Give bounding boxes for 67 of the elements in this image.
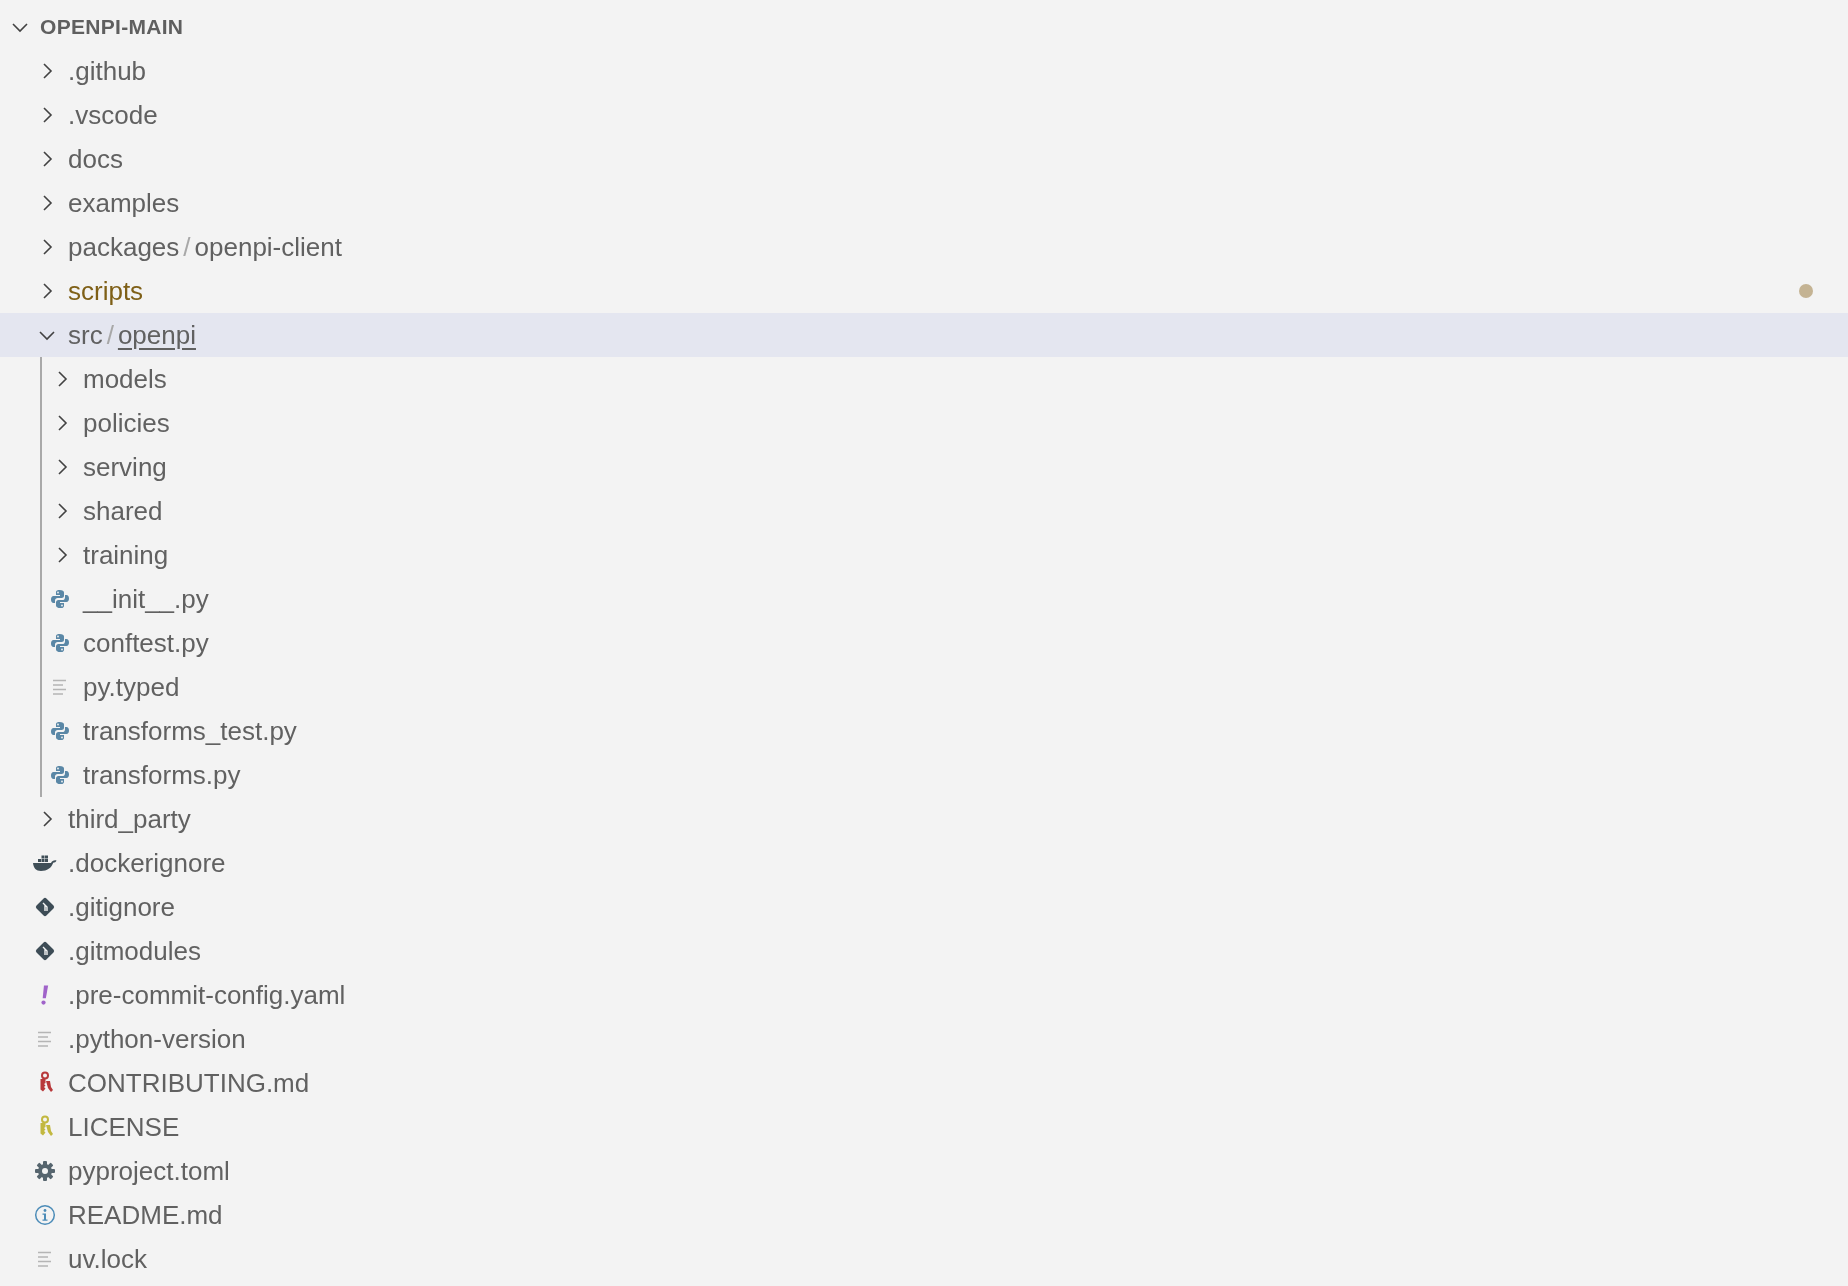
folder-name: shared [83,495,163,527]
folder-name: scripts [68,275,144,307]
file-row[interactable]: __init__.py [0,577,1848,621]
folder-name: .github [68,55,147,87]
folder-row[interactable]: .github [0,49,1848,93]
file-row[interactable]: README.md [0,1193,1848,1237]
file-row[interactable]: transforms_test.py [0,709,1848,753]
file-name: __init__.py [83,583,209,615]
file-name: transforms_test.py [83,715,297,747]
file-row[interactable]: LICENSE [0,1105,1848,1149]
folder-name: training [83,539,169,571]
file-row[interactable]: CONTRIBUTING.md [0,1061,1848,1105]
folder-row[interactable]: scripts [0,269,1848,313]
file-row[interactable]: .dockerignore [0,841,1848,885]
python-icon [49,588,71,610]
folder-row[interactable]: shared [0,489,1848,533]
exclamation-icon [41,985,49,1005]
file-name: uv.lock [68,1243,147,1275]
file-row[interactable]: pyproject.toml [0,1149,1848,1193]
folder-row[interactable]: policies [0,401,1848,445]
file-row[interactable]: .pre-commit-config.yaml [0,973,1848,1017]
file-row[interactable]: .gitmodules [0,929,1848,973]
folder-row[interactable]: docs [0,137,1848,181]
file-name: pyproject.toml [68,1155,230,1187]
folder-row[interactable]: src/openpi [0,313,1848,357]
folder-name: openpi-client [194,231,342,263]
path-separator: / [105,319,115,351]
file-row[interactable]: py.typed [0,665,1848,709]
folder-row[interactable]: .vscode [0,93,1848,137]
folder-name: packages [68,231,180,263]
file-row[interactable]: .python-version [0,1017,1848,1061]
explorer-title: OPENPI-MAIN [40,15,184,39]
file-row[interactable]: uv.lock [0,1237,1848,1281]
folder-row[interactable]: training [0,533,1848,577]
folder-name: src [68,319,103,351]
python-icon [49,632,71,654]
python-icon [49,720,71,742]
file-name: .pre-commit-config.yaml [68,979,346,1011]
folder-row[interactable]: models [0,357,1848,401]
folder-row[interactable]: examples [0,181,1848,225]
folder-name: docs [68,143,123,175]
info-icon [34,1204,56,1226]
folder-name: serving [83,451,167,483]
file-row[interactable]: conftest.py [0,621,1848,665]
folder-name: third_party [68,803,191,835]
folder-name: examples [68,187,180,219]
folder-row[interactable]: packages/openpi-client [0,225,1848,269]
file-name: py.typed [83,671,180,703]
python-icon [49,764,71,786]
file-name: .dockerignore [68,847,226,879]
file-name: .python-version [68,1023,246,1055]
file-name: README.md [68,1199,223,1231]
file-name: .gitignore [68,891,175,923]
folder-name: models [83,363,167,395]
path-separator: / [182,231,192,263]
folder-name: .vscode [68,99,158,131]
file-row[interactable]: .gitignore [0,885,1848,929]
file-name: conftest.py [83,627,209,659]
folder-row[interactable]: serving [0,445,1848,489]
folder-name: openpi [117,319,196,351]
file-row[interactable]: transforms.py [0,753,1848,797]
file-name: LICENSE [68,1111,180,1143]
file-name: transforms.py [83,759,241,791]
file-name: CONTRIBUTING.md [68,1067,310,1099]
folder-name: policies [83,407,170,439]
folder-row[interactable]: third_party [0,797,1848,841]
file-name: .gitmodules [68,935,201,967]
